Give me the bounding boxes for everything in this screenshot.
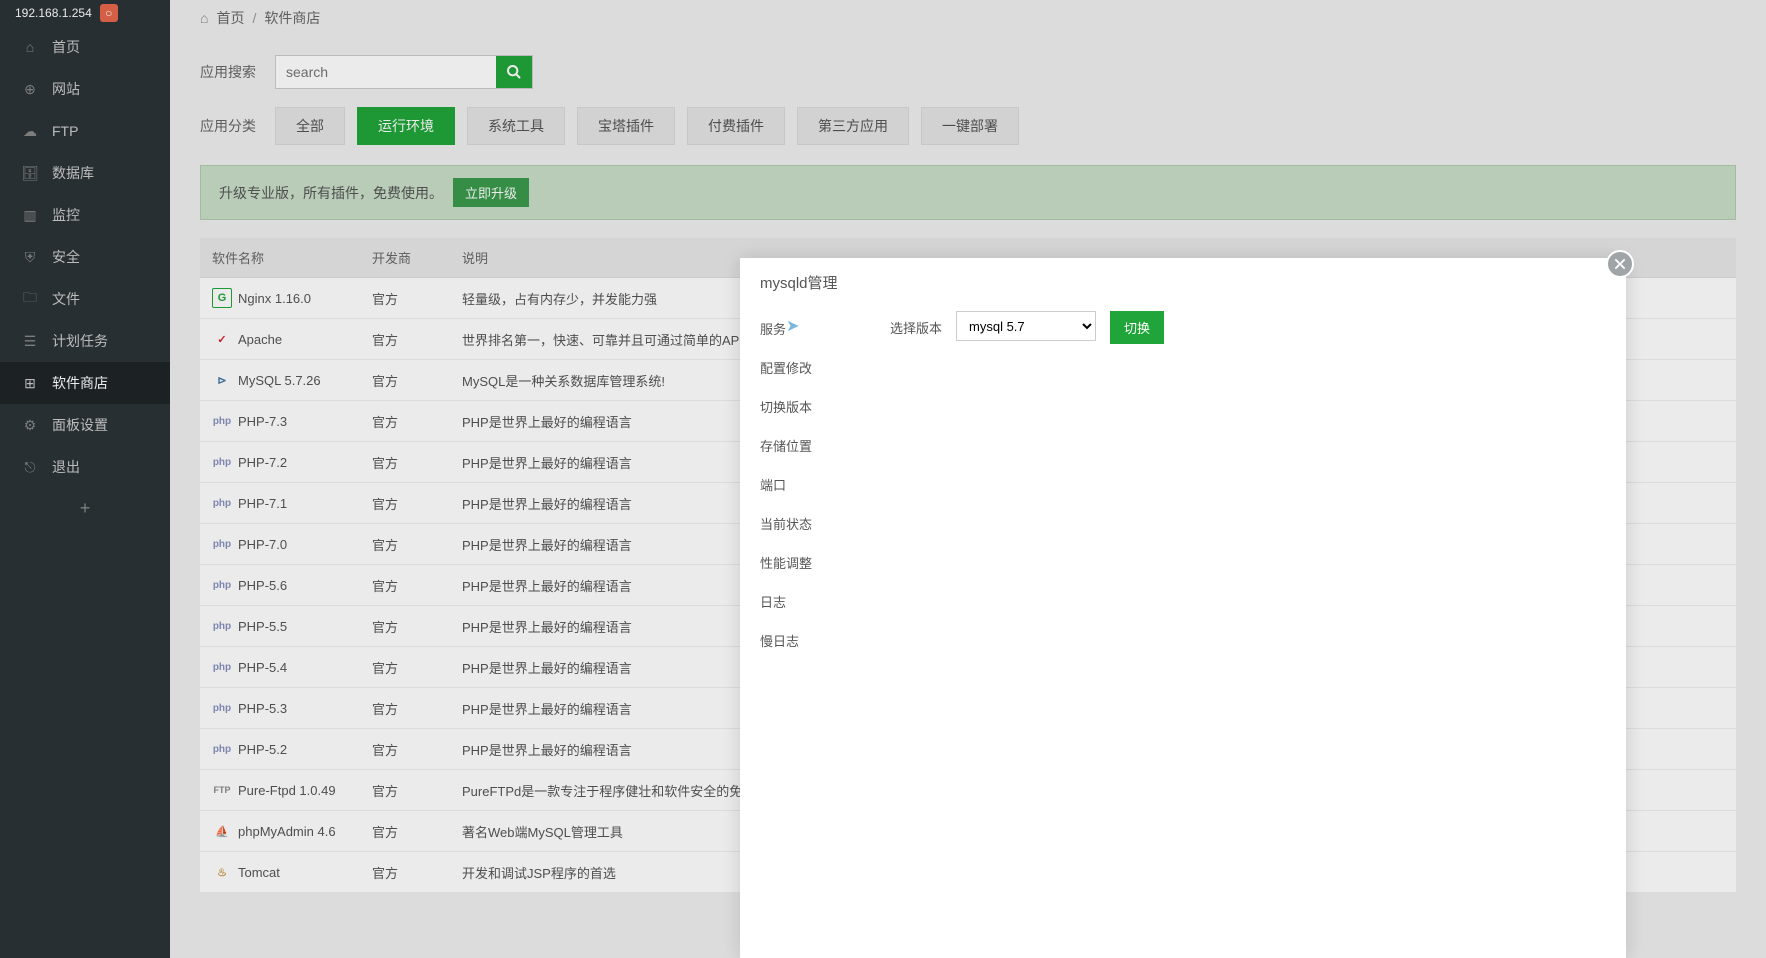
modal-close-button[interactable] bbox=[1606, 250, 1634, 278]
modal-tab-0[interactable]: 服务 bbox=[740, 309, 870, 348]
modal-tab-4[interactable]: 端口 bbox=[740, 465, 870, 504]
modal-content: 选择版本 mysql 5.7 切换 bbox=[870, 301, 1626, 958]
switch-button[interactable]: 切换 bbox=[1110, 311, 1164, 344]
modal-tab-3[interactable]: 存储位置 bbox=[740, 426, 870, 465]
modal-tab-2[interactable]: 切换版本 bbox=[740, 387, 870, 426]
modal-title: mysqld管理 bbox=[740, 258, 1626, 301]
modal-tab-1[interactable]: 配置修改 bbox=[740, 348, 870, 387]
modal-tab-6[interactable]: 性能调整 bbox=[740, 543, 870, 582]
mysqld-modal: mysqld管理 ➤ 服务配置修改切换版本存储位置端口当前状态性能调整日志慢日志… bbox=[740, 258, 1626, 958]
modal-body: ➤ 服务配置修改切换版本存储位置端口当前状态性能调整日志慢日志 选择版本 mys… bbox=[740, 301, 1626, 958]
modal-sidebar: ➤ 服务配置修改切换版本存储位置端口当前状态性能调整日志慢日志 bbox=[740, 301, 870, 958]
modal-tab-5[interactable]: 当前状态 bbox=[740, 504, 870, 543]
modal-tab-8[interactable]: 慢日志 bbox=[740, 621, 870, 660]
version-select[interactable]: mysql 5.7 bbox=[956, 311, 1096, 341]
version-label: 选择版本 bbox=[890, 311, 942, 337]
close-icon bbox=[1613, 257, 1627, 271]
modal-tab-7[interactable]: 日志 bbox=[740, 582, 870, 621]
